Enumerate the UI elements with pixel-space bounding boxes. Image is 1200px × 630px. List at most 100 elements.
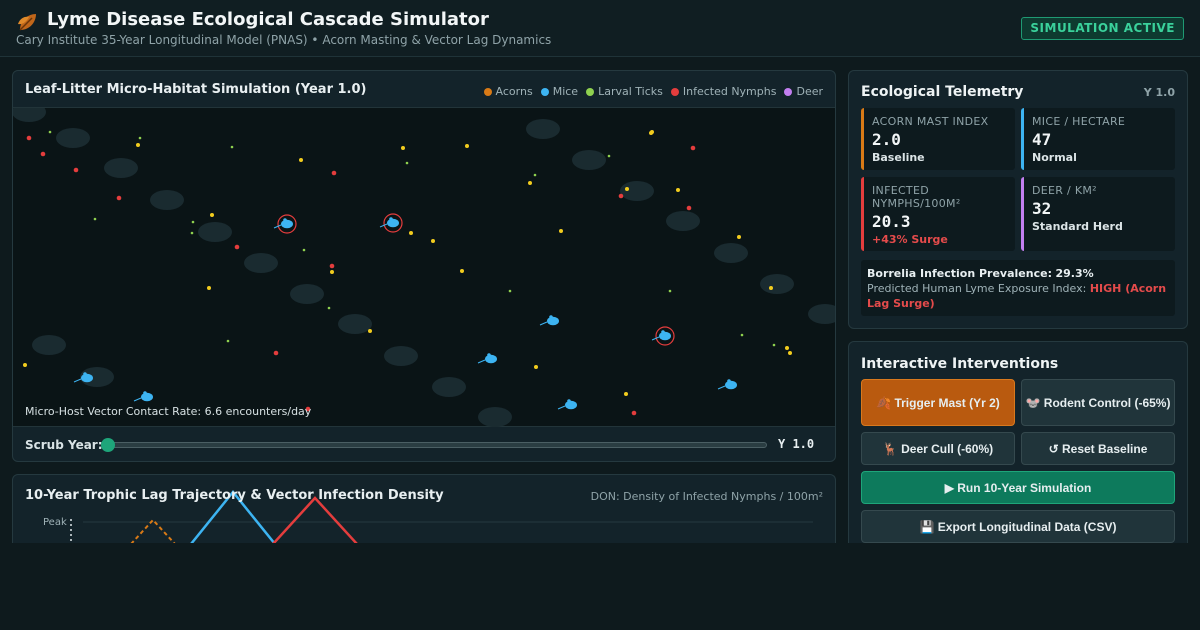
scrub-year-handle[interactable] — [101, 438, 115, 452]
leaf-litter-patch — [620, 181, 654, 201]
trajectory-title: 10-Year Trophic Lag Trajectory & Vector … — [25, 488, 444, 503]
metric-value: 47 — [1032, 130, 1052, 149]
metric-label: MICE / HECTARE — [1032, 115, 1126, 128]
mouse-marker — [141, 392, 153, 402]
nymph-trajectory-line — [272, 496, 358, 543]
run-simulation-button[interactable]: ▶ Run 10-Year Simulation — [861, 471, 1175, 504]
infected-nymph-dot — [618, 193, 624, 199]
metric-status: Standard Herd — [1032, 220, 1123, 233]
acorn-dot — [624, 392, 628, 396]
mouse-tail — [717, 385, 726, 390]
mouse-tail — [539, 321, 548, 326]
leaf-litter-patch — [432, 377, 466, 397]
metric-mice-density: MICE / HECTARE 47 Normal — [1021, 108, 1175, 170]
trajectory-panel: 10-Year Trophic Lag Trajectory & Vector … — [12, 474, 836, 543]
rodent-control-button[interactable]: 🐭 Rodent Control (-65%) — [1021, 379, 1175, 426]
leaf-litter-patch — [808, 304, 835, 324]
metric-value: 32 — [1032, 199, 1052, 218]
acorn-dot — [330, 270, 334, 274]
mouse-tail — [133, 397, 142, 402]
trajectory-chart — [70, 490, 813, 543]
trajectory-note: DON: Density of Infected Nymphs / 100m² — [590, 490, 823, 503]
larval-tick-dot — [48, 130, 52, 134]
scrub-year-value: Y 1.0 — [778, 437, 815, 451]
reset-baseline-button[interactable]: ↺ Reset Baseline — [1021, 432, 1175, 465]
infected-nymph-dot — [329, 263, 335, 269]
mouse-ear — [727, 379, 731, 383]
leaf-litter-patch — [56, 128, 90, 148]
acorn-dot — [528, 181, 532, 185]
app-title: Lyme Disease Ecological Cascade Simulato… — [47, 9, 489, 30]
trigger-mast-button[interactable]: 🍂 Trigger Mast (Yr 2) — [861, 379, 1015, 426]
legend-item-infected-nymphs: Infected Nymphs — [670, 85, 776, 98]
mouse-tail — [477, 359, 486, 364]
prevalence-label: Borrelia Infection Prevalence: — [867, 267, 1052, 280]
larval-tick-dot — [302, 248, 306, 252]
leaf-litter-patch — [384, 346, 418, 366]
interventions-title: Interactive Interventions — [861, 356, 1059, 372]
larval-tick-dot — [740, 333, 744, 337]
metric-label: DEER / KM² — [1032, 184, 1097, 197]
leaf-litter-patch — [244, 253, 278, 273]
mouse-ear — [661, 330, 665, 334]
habitat-canvas[interactable]: Micro-Host Vector Contact Rate: 6.6 enco… — [13, 107, 835, 427]
leaf-litter-patch — [714, 243, 748, 263]
infected-nymph-dot — [26, 135, 32, 141]
contact-rate-readout: Micro-Host Vector Contact Rate: 6.6 enco… — [25, 405, 312, 418]
mouse-ear — [567, 399, 571, 403]
acorn-dot — [460, 269, 464, 273]
metric-value: 20.3 — [872, 212, 911, 231]
export-csv-button[interactable]: 💾 Export Longitudinal Data (CSV) — [861, 510, 1175, 543]
mouse-marker — [725, 380, 737, 390]
metric-value: 2.0 — [872, 130, 901, 149]
infected-nymph-dot — [631, 410, 637, 416]
metric-label: INFECTED NYMPHS/100M² — [872, 184, 961, 210]
leaves-icon — [18, 14, 36, 31]
mouse-ear — [389, 217, 393, 221]
larval-tick-dot — [230, 145, 234, 149]
telemetry-panel: Ecological Telemetry Y 1.0 ACORN MAST IN… — [848, 70, 1188, 329]
simulation-panel: Leaf-Litter Micro-Habitat Simulation (Ye… — [12, 70, 836, 462]
acorn-dot — [737, 235, 741, 239]
larval-tick-dot — [508, 289, 512, 293]
leaf-litter-patch — [198, 222, 232, 242]
mouse-tail — [379, 223, 388, 228]
acorn-dot — [785, 346, 789, 350]
app-header: Lyme Disease Ecological Cascade Simulato… — [0, 0, 1200, 57]
leaf-litter-patch — [478, 407, 512, 427]
scrub-year-slider[interactable] — [109, 442, 767, 448]
leaf-litter-patch — [32, 335, 66, 355]
leaf-litter-patch — [290, 284, 324, 304]
simulation-legend: Acorns Mice Larval Ticks Infected Nymphs… — [483, 85, 823, 98]
simulation-title: Leaf-Litter Micro-Habitat Simulation (Ye… — [25, 82, 367, 97]
acorn-dot — [465, 144, 469, 148]
mouse-marker — [565, 400, 577, 410]
mouse-marker — [387, 218, 399, 228]
infected-nymph-dot — [273, 350, 279, 356]
prevalence-value: 29.3% — [1055, 267, 1094, 280]
interventions-panel: Interactive Interventions 🍂 Trigger Mast… — [848, 341, 1188, 543]
infected-nymph-dot — [40, 151, 46, 157]
acorn-dot — [788, 351, 792, 355]
mouse-ear — [283, 218, 287, 222]
habitat-svg — [13, 108, 835, 427]
larval-tick-dot — [533, 173, 537, 177]
acorn-dot — [210, 213, 214, 217]
acorn-dot — [409, 231, 413, 235]
deer-cull-button[interactable]: 🦌 Deer Cull (-60%) — [861, 432, 1015, 465]
leaf-litter-patch — [104, 158, 138, 178]
mouse-marker — [81, 373, 93, 383]
prevalence-summary: Borrelia Infection Prevalence: 29.3% Pre… — [861, 260, 1175, 316]
legend-item-acorns: Acorns — [483, 85, 533, 98]
metric-infected-nymphs: INFECTED NYMPHS/100M² 20.3 +43% Surge — [861, 177, 1015, 251]
acorn-dot — [207, 286, 211, 290]
infected-nymph-dot — [73, 167, 79, 173]
acorn-dot — [136, 143, 140, 147]
larval-tick-dot — [191, 220, 195, 224]
leaf-litter-patch — [572, 150, 606, 170]
larval-tick-dot — [607, 154, 611, 158]
acorn-dot — [23, 363, 27, 367]
infected-nymph-dot — [331, 170, 337, 176]
acorn-dot — [534, 365, 538, 369]
mouse-tail — [557, 405, 566, 410]
